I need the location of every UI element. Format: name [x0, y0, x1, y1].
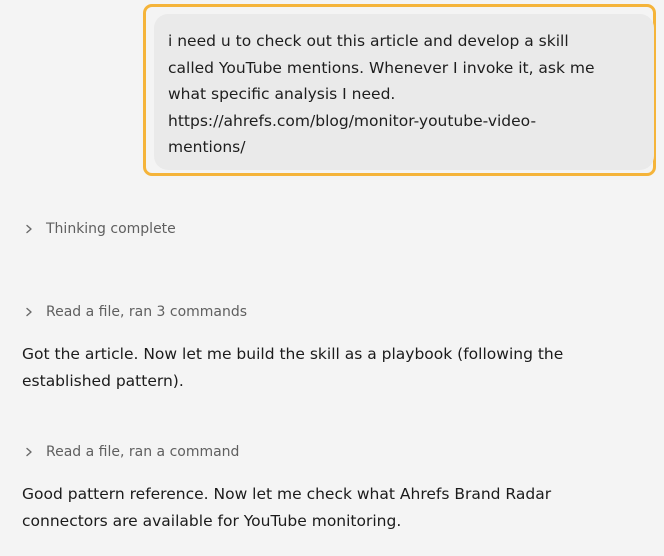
activity-label-2: Read a file, ran a command [46, 444, 240, 460]
chat-transcript: { "user_message": { "lines": [ "i need u… [0, 0, 664, 556]
assistant-reply-2: Good pattern reference. Now let me check… [22, 481, 551, 535]
user-message-bubble[interactable]: i need u to check out this article and d… [154, 14, 654, 170]
thinking-toggle[interactable]: Thinking complete [22, 221, 176, 237]
assistant-reply-line: Good pattern reference. Now let me check… [22, 485, 552, 503]
assistant-reply-line: connectors are available for YouTube mon… [22, 512, 402, 530]
assistant-reply-line: established pattern). [22, 372, 184, 390]
activity-toggle-2[interactable]: Read a file, ran a command [22, 444, 239, 460]
chevron-right-icon [22, 222, 36, 236]
user-message-line: i need u to check out this article and d… [168, 32, 569, 50]
activity-toggle-1[interactable]: Read a file, ran 3 commands [22, 304, 247, 320]
activity-label-1: Read a file, ran 3 commands [46, 304, 248, 320]
user-message-line: called YouTube mentions. Whenever I invo… [168, 58, 595, 77]
chevron-right-icon [22, 305, 36, 319]
user-message-link: https://ahrefs.com/blog/monitor-youtube-… [168, 111, 537, 130]
user-message-line: what specific analysis I need. [168, 85, 396, 103]
thinking-label: Thinking complete [46, 221, 176, 237]
user-message-link: mentions/ [168, 138, 246, 156]
chevron-right-icon [22, 445, 36, 459]
assistant-reply-line: Got the article. Now let me build the sk… [22, 345, 564, 363]
assistant-reply-1: Got the article. Now let me build the sk… [22, 341, 563, 395]
